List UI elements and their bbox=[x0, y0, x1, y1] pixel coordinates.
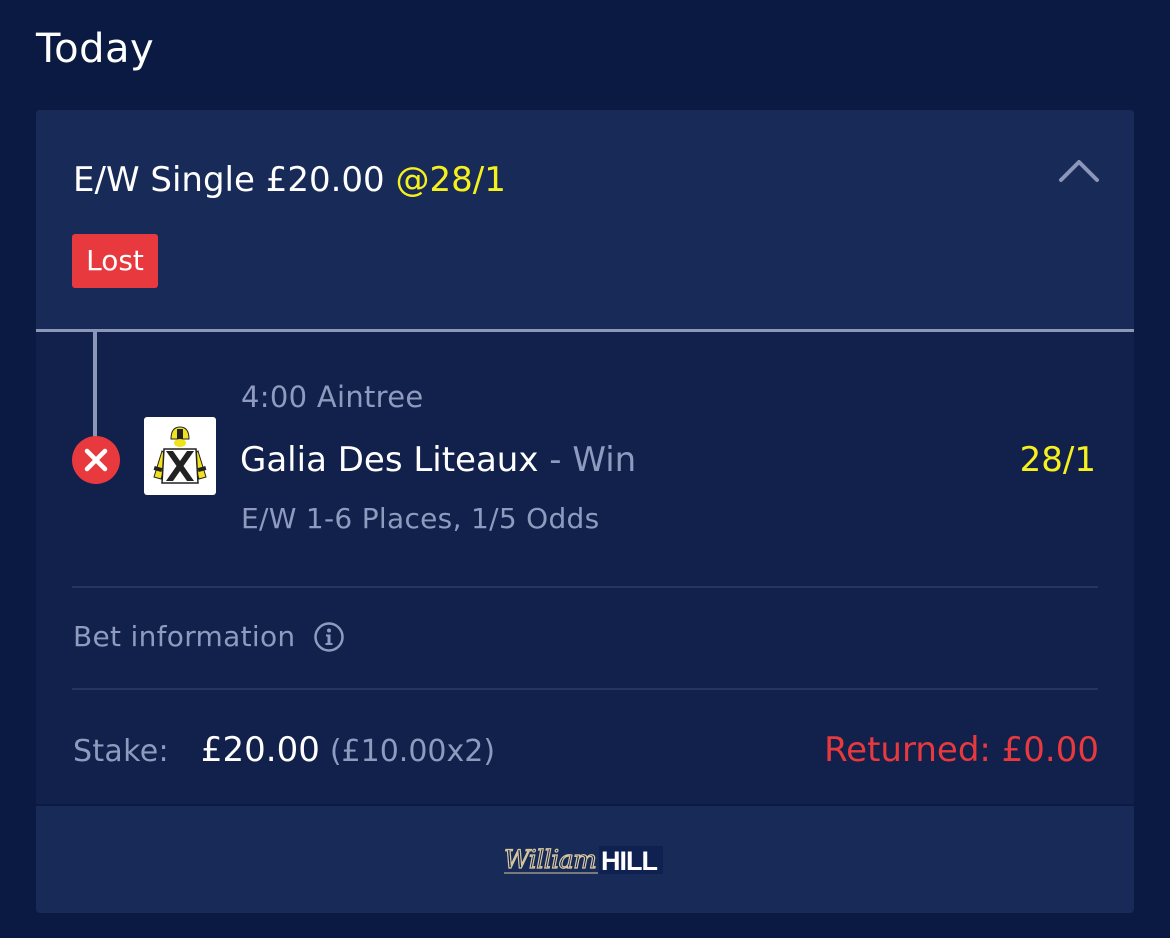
selection-odds: 28/1 bbox=[1019, 440, 1096, 480]
stake-row: Stake: £20.00 (£10.00x2) Returned: £0.00 bbox=[73, 730, 1099, 774]
bet-card-header[interactable]: E/W Single £20.00 @28/1 Lost bbox=[36, 110, 1134, 330]
x-circle-icon bbox=[72, 436, 120, 484]
info-icon[interactable] bbox=[313, 621, 345, 653]
bet-information-link[interactable]: Bet information bbox=[73, 620, 345, 660]
divider bbox=[72, 688, 1098, 690]
timeline-connector bbox=[93, 332, 97, 440]
each-way-terms: E/W 1-6 Places, 1/5 Odds bbox=[241, 502, 600, 535]
returned-amount: Returned: £0.00 bbox=[824, 730, 1099, 770]
bet-information-label: Bet information bbox=[73, 620, 296, 653]
svg-text:William: William bbox=[504, 845, 596, 874]
bet-type-label: E/W Single £20.00 bbox=[73, 160, 385, 200]
jockey-silks-icon bbox=[144, 417, 216, 495]
card-footer: William HILL bbox=[36, 804, 1134, 913]
stake-label: Stake: bbox=[73, 734, 169, 769]
william-hill-logo: William HILL bbox=[500, 840, 666, 878]
collapse-button[interactable] bbox=[1054, 152, 1104, 188]
stake-detail: (£10.00x2) bbox=[329, 734, 496, 769]
runner-line: Galia Des Liteaux - Win bbox=[240, 440, 636, 480]
runner-name: Galia Des Liteaux bbox=[240, 440, 539, 480]
bet-card: E/W Single £20.00 @28/1 Lost 4:00 Aintre… bbox=[36, 110, 1134, 913]
stake-value: £20.00 bbox=[200, 730, 320, 770]
market-label: - Win bbox=[538, 440, 637, 480]
bet-odds: @28/1 bbox=[395, 160, 506, 200]
race-info: 4:00 Aintree bbox=[241, 380, 424, 414]
page-title: Today bbox=[36, 26, 155, 72]
footer-divider bbox=[36, 804, 1134, 806]
chevron-up-icon bbox=[1059, 160, 1099, 182]
status-badge: Lost bbox=[72, 234, 158, 288]
bet-title: E/W Single £20.00 @28/1 bbox=[73, 160, 506, 200]
divider bbox=[72, 586, 1098, 588]
svg-text:HILL: HILL bbox=[601, 846, 657, 876]
